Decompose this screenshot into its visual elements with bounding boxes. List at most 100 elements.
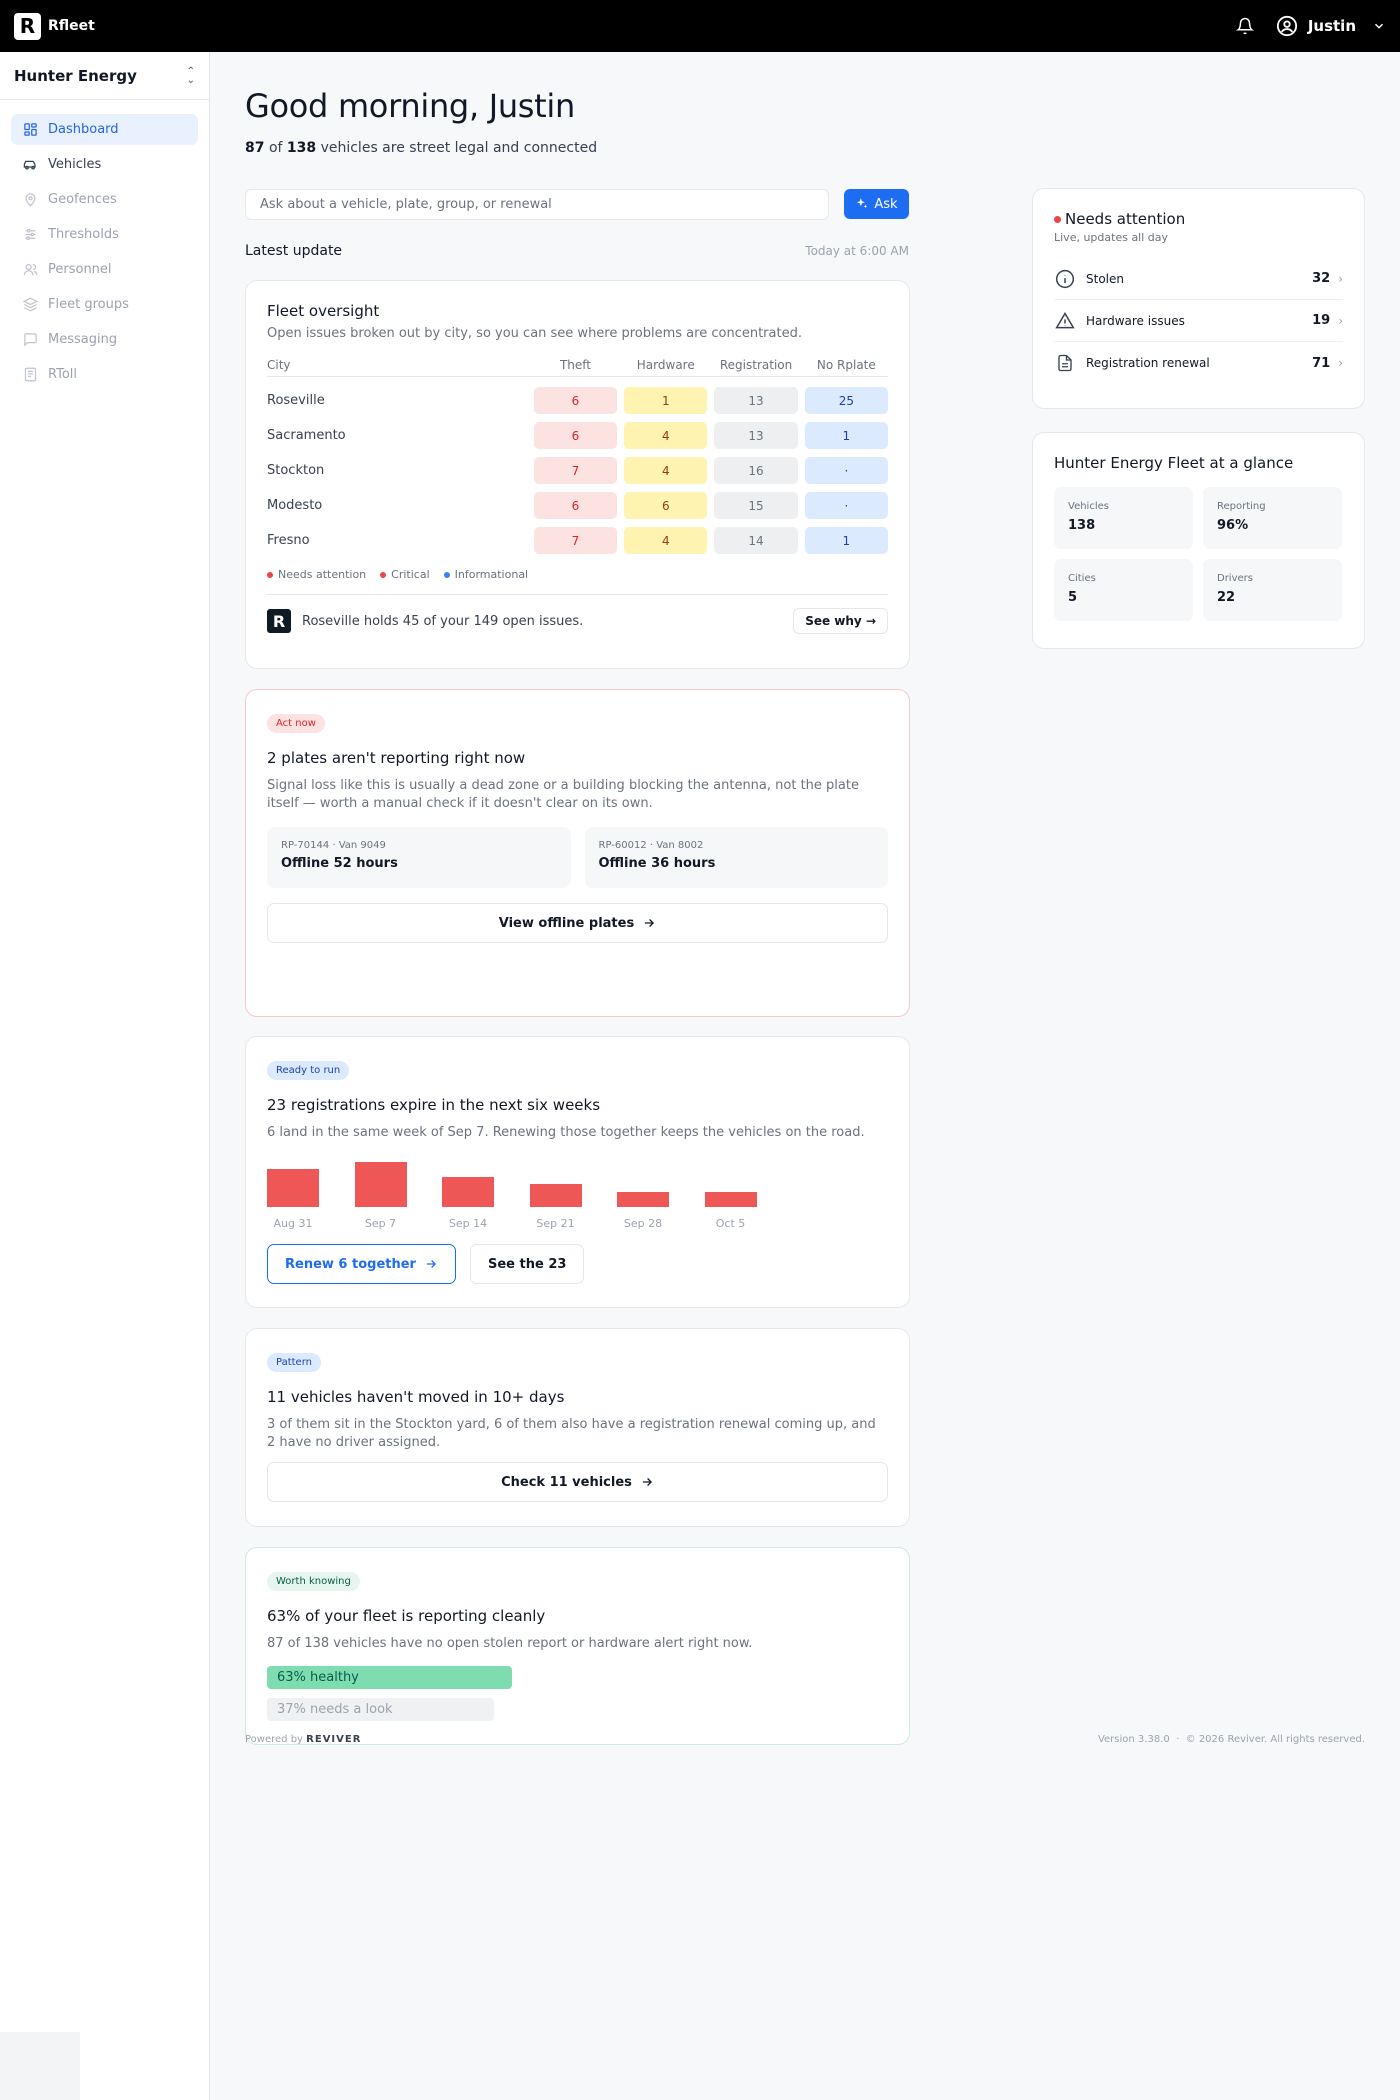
oversight-insight: R Roseville holds 45 of your 149 open is… <box>267 608 888 634</box>
sidebar-item-vehicles[interactable]: Vehicles <box>11 149 198 180</box>
username[interactable]: Justin <box>1308 17 1356 35</box>
see-all-registrations-button[interactable]: See the 23 <box>469 1244 585 1284</box>
sidebar-item-geofences[interactable]: Geofences <box>11 184 198 215</box>
view-offline-plates-button[interactable]: View offline plates <box>267 903 888 943</box>
act-now-badge: Act now <box>267 714 325 733</box>
latest-update-timestamp: Today at 6:00 AM <box>805 244 909 258</box>
receipt-icon <box>22 367 38 383</box>
registrations-desc: 6 land in the same week of Sep 7. Renewi… <box>267 1125 865 1140</box>
fleet-glance-title: Hunter Energy Fleet at a glance <box>1054 454 1294 472</box>
chart-bar <box>529 1184 582 1207</box>
idle-vehicles-card: Pattern 11 vehicles haven't moved in 10+… <box>245 1328 910 1527</box>
legend-critical: Critical <box>380 568 430 581</box>
table-row[interactable]: Fresno 7 4 14 1 <box>267 523 888 558</box>
ask-button[interactable]: Ask <box>844 189 909 219</box>
city-issues-table: City Theft Hardware Registration No Rpla… <box>267 353 888 558</box>
sidebar-item-rtoll[interactable]: RToll <box>11 359 198 390</box>
legend-informational: Informational <box>443 568 528 581</box>
chevron-down-icon[interactable] <box>1372 19 1386 33</box>
see-why-button[interactable]: See why → <box>793 608 888 634</box>
fleet-oversight-desc: Open issues broken out by city, so you c… <box>267 326 802 341</box>
chart-x-label: Sep 7 <box>364 1217 397 1230</box>
needs-attention-card: Needs attention Live, updates all day St… <box>1032 188 1365 409</box>
ask-bar: Ask <box>245 189 909 221</box>
health-title: 63% of your fleet is reporting cleanly <box>267 1607 546 1625</box>
document-icon <box>1054 353 1076 373</box>
worth-knowing-badge: Worth knowing <box>267 1572 360 1591</box>
chart-x-label: Aug 31 <box>273 1217 313 1230</box>
table-row[interactable]: Stockton 7 4 16 · <box>267 453 888 488</box>
chart-bar <box>354 1162 407 1207</box>
car-icon <box>22 157 38 173</box>
sidebar-item-dashboard[interactable]: Dashboard <box>11 114 198 145</box>
attention-item-registration[interactable]: Registration renewal 71 › <box>1054 342 1343 384</box>
org-switcher[interactable]: Hunter Energy ⌃ ⌄ <box>0 52 209 100</box>
arrow-right-icon <box>642 1478 652 1486</box>
fleet-health-card: Worth knowing 63% of your fleet is repor… <box>245 1547 910 1745</box>
warning-triangle-icon <box>1054 311 1076 331</box>
legend-needs-attention: Needs attention <box>267 568 366 581</box>
arrow-right-icon <box>645 919 655 927</box>
registrations-actions: Renew 6 together See the 23 <box>267 1244 888 1284</box>
ready-to-run-badge: Ready to run <box>267 1061 350 1080</box>
fleet-summary: 87 of 138 vehicles are street legal and … <box>245 140 598 156</box>
pattern-badge: Pattern <box>267 1353 321 1372</box>
check-vehicles-button[interactable]: Check 11 vehicles <box>267 1462 888 1502</box>
table-row[interactable]: Sacramento 6 4 13 1 <box>267 418 888 453</box>
idle-desc: 3 of them sit in the Stockton yard, 6 of… <box>267 1417 876 1450</box>
stat-reporting: Reporting 96% <box>1203 487 1342 549</box>
attention-item-hardware[interactable]: Hardware issues 19 › <box>1054 300 1343 342</box>
sidebar-item-fleet-groups[interactable]: Fleet groups <box>11 289 198 320</box>
up-down-chevron-icon: ⌃ ⌄ <box>186 65 195 86</box>
chart-x-label: Oct 5 <box>715 1217 746 1230</box>
offline-plates-list: RP-70144 · Van 9049 Offline 52 hours RP-… <box>267 827 888 888</box>
healthy-bar: 63% healthy <box>267 1666 512 1689</box>
chart-x-label: Sep 28 <box>623 1217 663 1230</box>
attention-item-stolen[interactable]: Stolen 32 › <box>1054 258 1343 300</box>
sidebar-item-messaging[interactable]: Messaging <box>11 324 198 355</box>
table-header: City Theft Hardware Registration No Rpla… <box>267 353 888 377</box>
layers-icon <box>22 297 38 313</box>
sparkle-icon <box>857 198 868 209</box>
map-pin-icon <box>22 192 38 208</box>
renew-together-button[interactable]: Renew 6 together <box>267 1244 456 1284</box>
stat-cities: Cities 5 <box>1054 559 1193 621</box>
chart-x-label: Sep 21 <box>536 1217 575 1230</box>
chart-bar <box>442 1177 494 1207</box>
chat-icon <box>22 332 38 348</box>
reviver-logo[interactable]: REVIVER <box>306 1734 361 1745</box>
chart-bar <box>704 1192 757 1207</box>
registrations-card: Ready to run 23 registrations expire in … <box>245 1036 910 1308</box>
fleet-stats: Vehicles 138 Reporting 96% Cities 5 Drivers… <box>1054 487 1343 621</box>
offline-desc: Signal loss like this is usually a dead … <box>267 778 859 811</box>
grid-icon <box>22 122 38 138</box>
live-dot-icon <box>1054 215 1061 223</box>
rfleet-logo[interactable]: R <box>14 12 41 40</box>
fleet-oversight-card: Fleet oversight Open issues broken out b… <box>245 280 910 669</box>
fleet-oversight-title: Fleet oversight <box>267 302 380 320</box>
powered-by-label: Powered by <box>245 1734 303 1745</box>
sidebar-item-thresholds[interactable]: Thresholds <box>11 219 198 250</box>
chevron-right-icon: › <box>1338 356 1343 370</box>
org-name: Hunter Energy <box>14 66 137 85</box>
insight-text: Roseville holds 45 of your 149 open issu… <box>302 613 584 629</box>
chart-x-label: Sep 14 <box>448 1217 488 1230</box>
brand-name: Rfleet <box>48 18 95 34</box>
sidebar-footer <box>0 2032 80 2100</box>
arrow-right-icon <box>426 1260 436 1268</box>
health-desc: 87 of 138 vehicles have no open stolen r… <box>267 1636 753 1651</box>
table-row[interactable]: Roseville 6 1 13 25 <box>267 383 888 418</box>
sidebar-item-personnel[interactable]: Personnel <box>11 254 198 285</box>
footer: Powered by REVIVER Version 3.38.0 · © 20… <box>245 1734 1365 1745</box>
page-title: Good morning, Justin <box>245 87 576 125</box>
chart-bar <box>617 1192 669 1207</box>
table-row[interactable]: Modesto 6 6 15 · <box>267 488 888 523</box>
ask-input[interactable] <box>245 189 829 220</box>
sidebar-nav: Dashboard Vehicles Geofences Thresholds … <box>0 100 209 408</box>
info-circle-icon <box>1054 269 1076 289</box>
bell-icon[interactable] <box>1235 17 1254 35</box>
plate-card[interactable]: RP-70144 · Van 9049 Offline 52 hours <box>267 827 571 888</box>
plate-card[interactable]: RP-60012 · Van 8002 Offline 36 hours <box>584 827 888 888</box>
user-circle-icon[interactable] <box>1276 15 1298 37</box>
latest-update-title: Latest update <box>245 243 343 259</box>
